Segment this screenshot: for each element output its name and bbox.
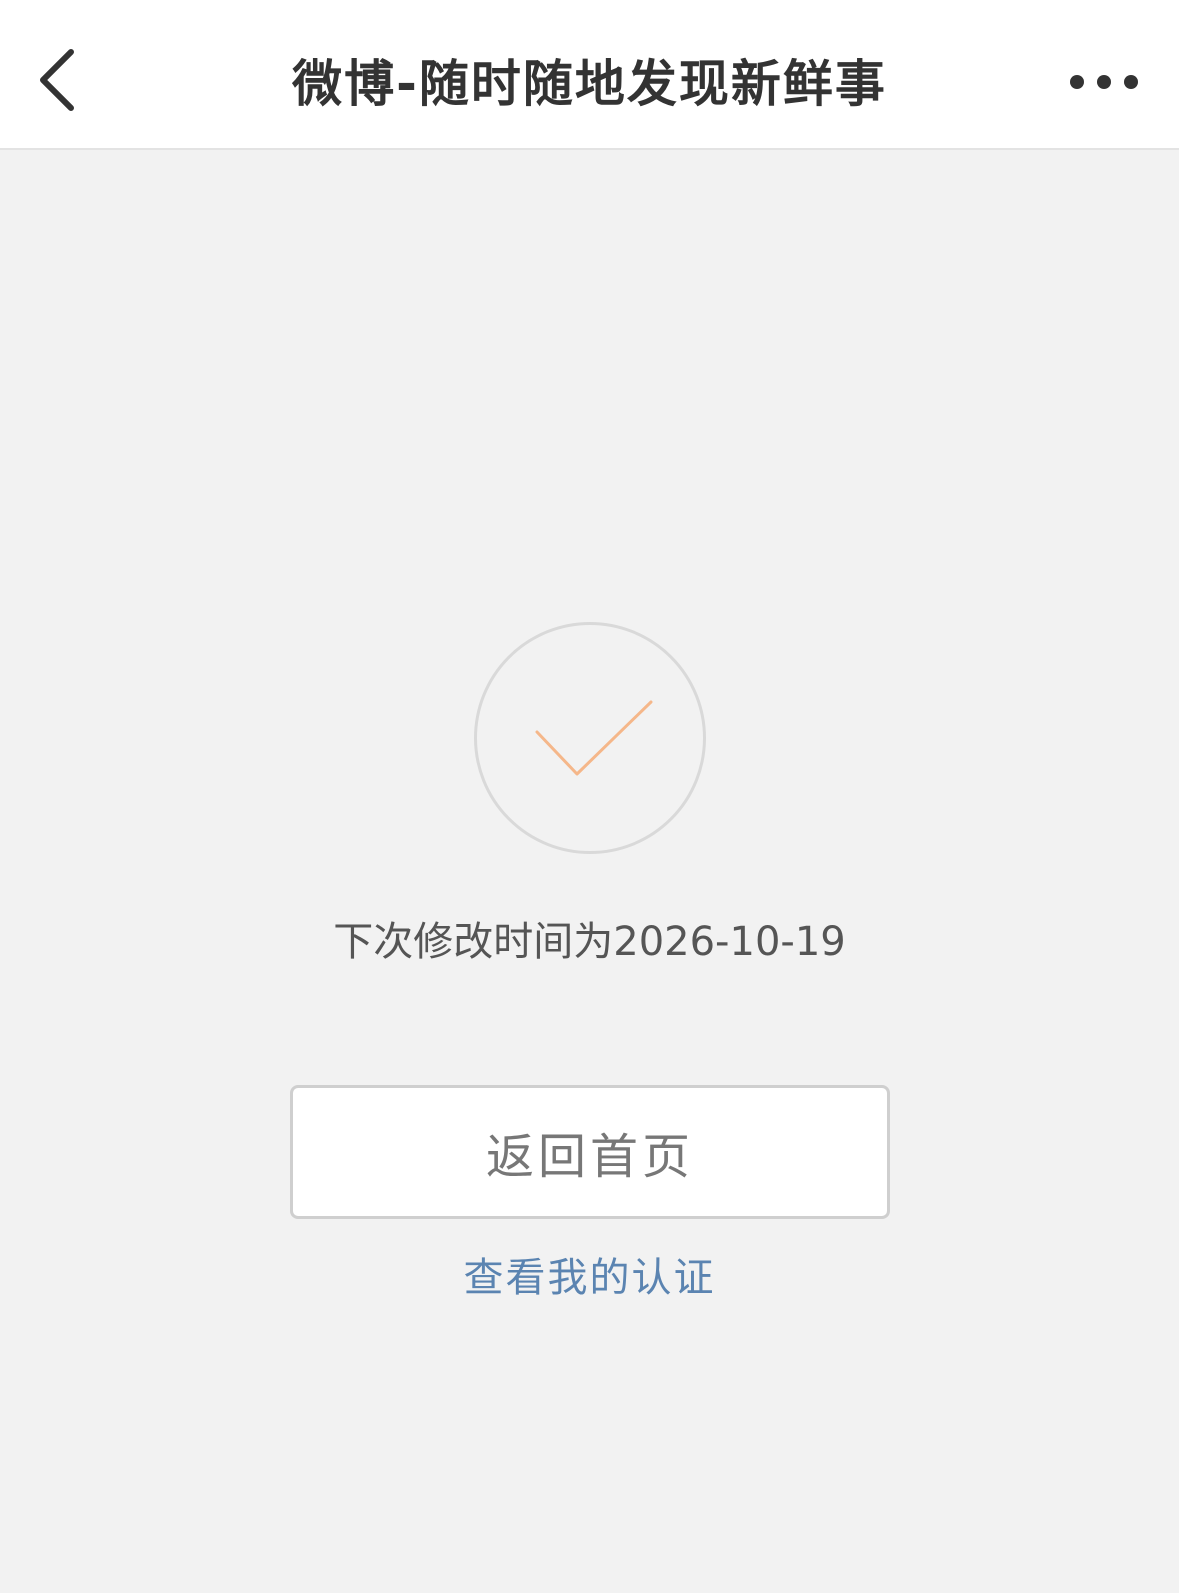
check-icon bbox=[535, 700, 653, 776]
more-options-button[interactable] bbox=[1059, 52, 1149, 112]
next-modification-date-message: 下次修改时间为2026-10-19 bbox=[333, 919, 846, 965]
back-button[interactable] bbox=[22, 40, 92, 120]
more-horizontal-icon bbox=[1070, 75, 1138, 89]
top-navigation-bar: 微博-随时随地发现新鲜事 bbox=[0, 0, 1179, 150]
page: 微博-随时随地发现新鲜事 下次修改时间为2026-10-19 返回首页 查看我的… bbox=[0, 0, 1179, 1593]
view-my-certification-link[interactable]: 查看我的认证 bbox=[0, 1248, 1179, 1308]
chevron-left-icon bbox=[40, 49, 74, 111]
page-title: 微博-随时随地发现新鲜事 bbox=[292, 55, 887, 113]
return-home-button[interactable]: 返回首页 bbox=[290, 1085, 890, 1219]
success-status-circle bbox=[474, 622, 706, 854]
